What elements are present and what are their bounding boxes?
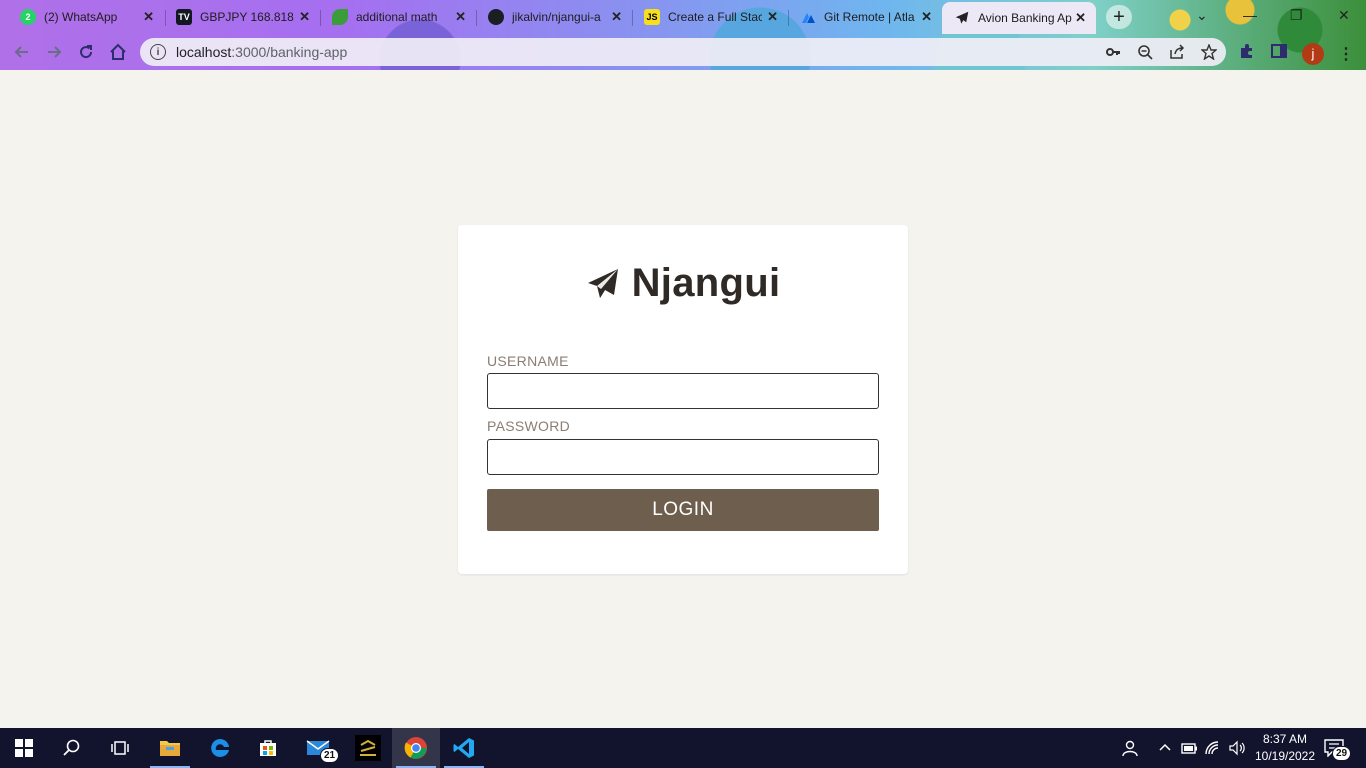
battery-icon[interactable] (1180, 728, 1198, 768)
notification-badge: 29 (1332, 746, 1352, 761)
clock-date: 10/19/2022 (1254, 749, 1316, 763)
forward-icon[interactable] (43, 41, 65, 63)
login-button[interactable]: LOGIN (487, 489, 879, 531)
volume-icon[interactable] (1228, 728, 1246, 768)
extensions-puzzle-icon[interactable] (1238, 42, 1256, 65)
chrome-icon[interactable] (392, 728, 440, 768)
tab-avion-banking[interactable]: Avion Banking Ap ✕ (942, 2, 1096, 34)
wifi-icon[interactable] (1204, 728, 1222, 768)
url-text[interactable]: localhost:3000/banking-app (176, 44, 347, 60)
browser-chrome: 2 (2) WhatsApp ✕ TV GBPJPY 168.818 ✕ add… (0, 0, 1366, 70)
tab-additional-math[interactable]: additional math ✕ (320, 2, 476, 32)
minimize-icon[interactable]: — (1243, 7, 1257, 23)
task-view-icon[interactable] (96, 728, 144, 768)
back-icon[interactable] (11, 41, 33, 63)
username-input[interactable] (487, 373, 879, 409)
tab-create-full-stack[interactable]: JS Create a Full Stac ✕ (632, 2, 788, 32)
clock-time: 8:37 AM (1262, 732, 1308, 746)
url-path: :3000/banking-app (231, 44, 348, 60)
tab-title: Git Remote | Atla (824, 10, 915, 24)
paper-plane-icon (954, 10, 970, 26)
side-panel-icon[interactable] (1270, 42, 1288, 65)
tab-title: jikalvin/njangui-a (512, 10, 601, 24)
people-icon[interactable] (1120, 728, 1138, 768)
address-bar[interactable]: i localhost:3000/banking-app (140, 38, 1226, 66)
close-icon[interactable]: ✕ (767, 9, 778, 25)
url-host: localhost (176, 44, 232, 60)
home-icon[interactable] (107, 41, 129, 63)
password-input[interactable] (487, 439, 879, 475)
close-icon[interactable]: ✕ (921, 9, 932, 25)
share-icon[interactable] (1168, 43, 1186, 61)
tab-title: (2) WhatsApp (44, 10, 118, 24)
mail-icon[interactable]: 21 (294, 728, 342, 768)
tradingview-icon: TV (176, 9, 192, 25)
page-background: Njangui USERNAME PASSWORD LOGIN (0, 70, 1366, 728)
search-icon[interactable] (48, 728, 96, 768)
tab-title: GBPJPY 168.818 (200, 10, 294, 24)
windows-start-icon[interactable] (0, 728, 48, 768)
more-options-icon[interactable]: ⋮ (1338, 44, 1354, 64)
tab-strip: 2 (2) WhatsApp ✕ TV GBPJPY 168.818 ✕ add… (0, 0, 1366, 34)
password-label: PASSWORD (487, 418, 571, 434)
close-icon[interactable]: ✕ (1075, 10, 1086, 26)
bookmark-star-icon[interactable] (1200, 43, 1218, 61)
notifications-icon[interactable]: 29 (1324, 728, 1352, 768)
close-icon[interactable]: ✕ (143, 9, 154, 25)
tab-title: additional math (356, 10, 438, 24)
leaf-icon (332, 9, 348, 25)
browser-toolbar: i localhost:3000/banking-app j ⋮ (0, 34, 1366, 70)
file-explorer-icon[interactable] (146, 728, 194, 768)
restore-icon[interactable]: ❐ (1290, 7, 1303, 24)
key-icon[interactable] (1104, 43, 1122, 61)
tab-title: Avion Banking Ap (978, 11, 1072, 25)
window-close-icon[interactable]: ✕ (1338, 7, 1350, 24)
microsoft-store-icon[interactable] (244, 728, 292, 768)
chevron-down-icon[interactable]: ⌄ (1196, 7, 1208, 24)
new-tab-button[interactable]: + (1106, 5, 1132, 29)
tab-title: Create a Full Stac (668, 10, 762, 24)
js-icon: JS (644, 9, 660, 25)
tab-github[interactable]: jikalvin/njangui-a ✕ (476, 2, 632, 32)
vscode-icon[interactable] (440, 728, 488, 768)
close-icon[interactable]: ✕ (455, 9, 466, 25)
username-label: USERNAME (487, 353, 569, 369)
mail-badge: 21 (320, 748, 340, 763)
edge-browser-icon[interactable] (196, 728, 244, 768)
clock[interactable]: 8:37 AM 10/19/2022 (1250, 731, 1320, 765)
brand-header: Njangui (458, 261, 908, 306)
atlassian-icon (800, 9, 816, 25)
tab-git-remote[interactable]: Git Remote | Atla ✕ (788, 2, 942, 32)
reload-icon[interactable] (75, 41, 97, 63)
close-icon[interactable]: ✕ (299, 9, 310, 25)
github-icon (488, 9, 504, 25)
tab-gbpjpy[interactable]: TV GBPJPY 168.818 ✕ (164, 2, 320, 32)
brand-name: Njangui (631, 261, 781, 305)
zoom-out-icon[interactable] (1136, 43, 1154, 61)
tab-whatsapp[interactable]: 2 (2) WhatsApp ✕ (8, 2, 164, 32)
chevron-up-icon[interactable] (1158, 728, 1172, 768)
close-icon[interactable]: ✕ (611, 9, 622, 25)
site-info-icon[interactable]: i (150, 44, 166, 60)
login-card: Njangui USERNAME PASSWORD LOGIN (458, 225, 908, 574)
windows-taskbar: 21 8:37 AM 10/19/2022 29 (0, 728, 1366, 768)
whatsapp-icon: 2 (20, 9, 36, 25)
paper-plane-icon (586, 267, 620, 301)
trading-app-icon[interactable] (344, 728, 392, 768)
profile-avatar[interactable]: j (1302, 42, 1324, 65)
